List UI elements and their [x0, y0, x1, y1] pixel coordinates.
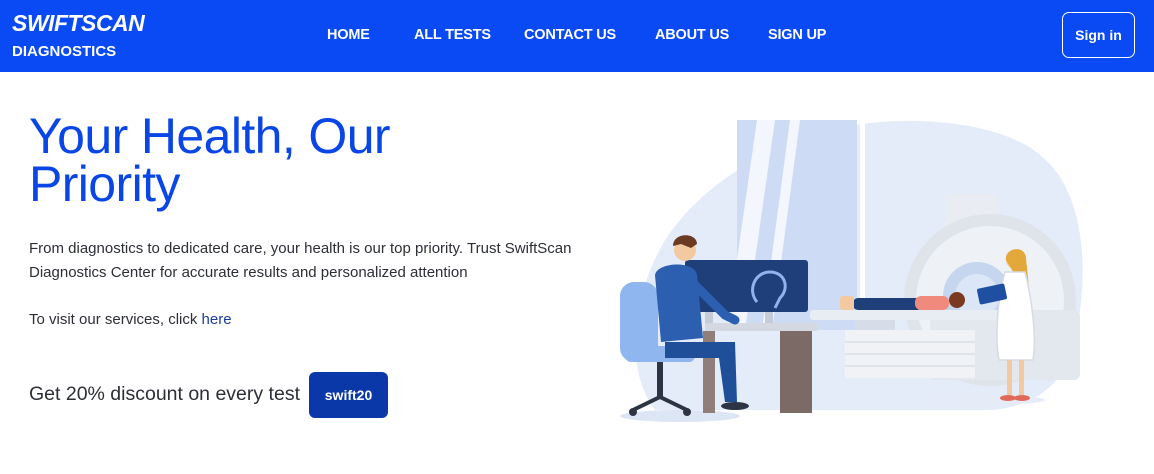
nav-home[interactable]: HOME	[327, 27, 370, 43]
nav-contact-us[interactable]: CONTACT US	[524, 27, 616, 43]
hero-title: Your Health, Our Priority	[29, 111, 489, 209]
discount-text: Get 20% discount on every test	[29, 383, 300, 405]
hero-description: From diagnostics to dedicated care, your…	[29, 240, 572, 281]
main-nav: HOME ALL TESTS CONTACT US ABOUT US SIGN …	[0, 0, 1154, 72]
nav-sign-up[interactable]: SIGN UP	[768, 27, 826, 43]
nav-all-tests[interactable]: ALL TESTS	[414, 27, 491, 43]
nav-about-us[interactable]: ABOUT US	[655, 27, 729, 43]
mri-scan-illustration	[620, 120, 1083, 422]
visit-prefix: To visit our services, click	[29, 311, 202, 328]
hero-title-line2: Priority	[29, 156, 180, 212]
discount-code-button[interactable]: swift20	[309, 372, 388, 418]
visit-services-text: To visit our services, click here	[29, 309, 232, 331]
sign-in-button[interactable]: Sign in	[1062, 12, 1135, 58]
services-here-link[interactable]: here	[202, 311, 232, 328]
top-navbar: SWIFTSCAN DIAGNOSTICS HOME ALL TESTS CON…	[0, 0, 1154, 72]
